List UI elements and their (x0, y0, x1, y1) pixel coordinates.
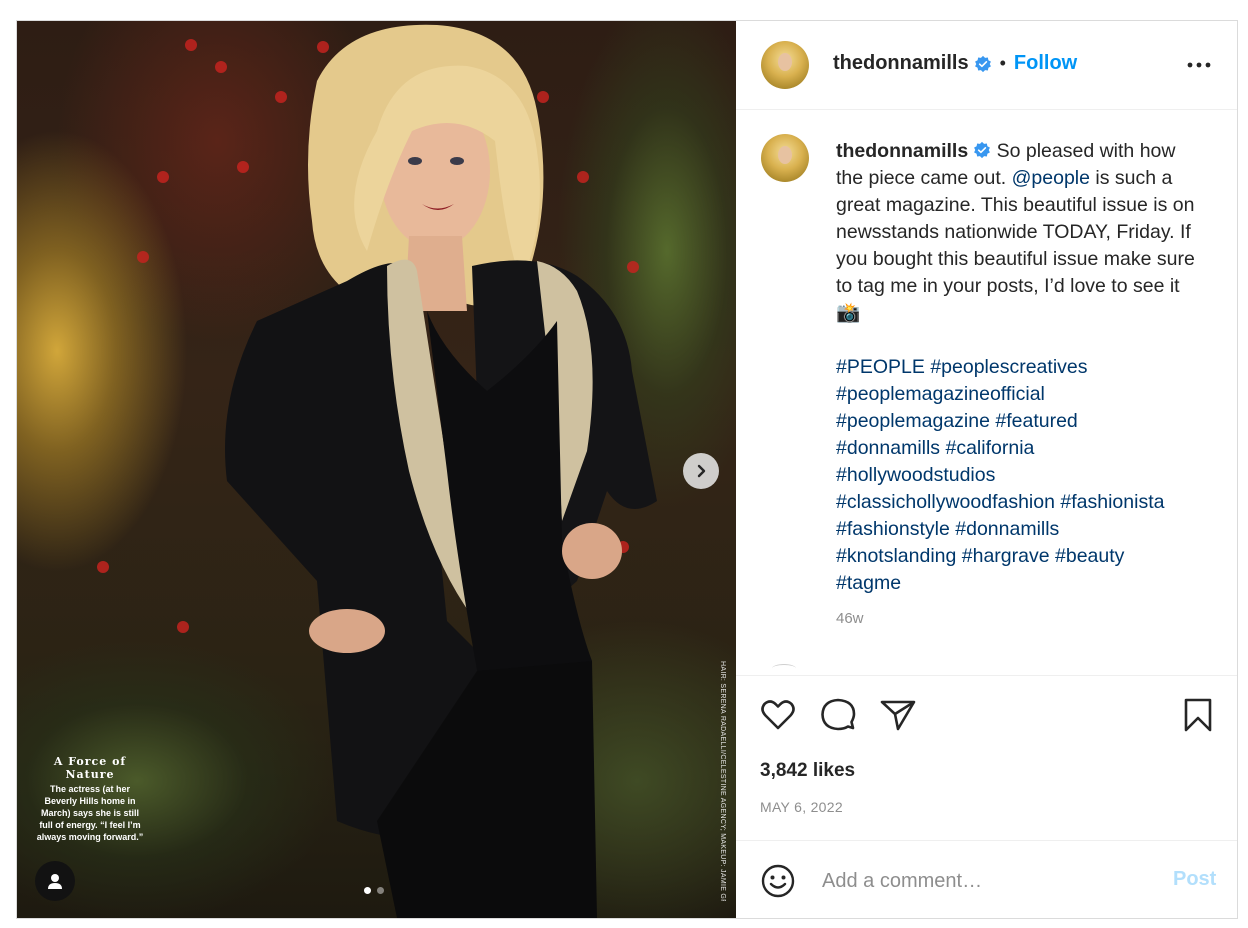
comment-input[interactable] (820, 865, 1154, 897)
carousel-dot (377, 887, 384, 894)
next-slide-button[interactable] (683, 453, 719, 489)
heart-icon[interactable] (758, 695, 798, 735)
post-comment-button[interactable]: Post (1173, 868, 1216, 891)
header-separator: • (999, 53, 1006, 73)
hashtag-link[interactable]: #donnamills (836, 437, 940, 459)
loading-spinner (772, 664, 796, 673)
verified-badge-icon (974, 55, 991, 72)
likes-count[interactable]: 3,842 likes (760, 760, 855, 782)
smiley-icon[interactable] (760, 863, 796, 899)
post-date[interactable]: MAY 6, 2022 (760, 799, 843, 815)
header-author-row: thedonnamills • Follow (833, 52, 1077, 75)
magazine-caption-heading: A Force of Nature (53, 755, 127, 781)
hashtag-link[interactable]: #hollywoodstudios (836, 464, 995, 486)
follow-button[interactable]: Follow (1014, 52, 1077, 75)
comment-icon[interactable] (818, 695, 858, 735)
hashtag-list: #PEOPLE #peoplescreatives #peoplemagazin… (836, 356, 1164, 594)
hashtag-link[interactable]: #donnamills (955, 518, 1059, 540)
verified-badge-icon (974, 141, 991, 159)
hashtag-link[interactable]: #california (945, 437, 1034, 459)
caption-text: thedonnamills So pleased with how the pi… (836, 138, 1206, 597)
hashtag-link[interactable]: #classichollywoodfashion (836, 491, 1055, 513)
author-username[interactable]: thedonnamills (833, 52, 969, 75)
caption-comments-area[interactable]: thedonnamills So pleased with how the pi… (736, 110, 1237, 676)
post-actions: 3,842 likes MAY 6, 2022 (736, 676, 1237, 841)
tagged-users-button[interactable] (35, 861, 75, 901)
post-time-ago[interactable]: 46w (836, 610, 864, 627)
post-header: thedonnamills • Follow (736, 21, 1237, 110)
chevron-right-icon (697, 464, 706, 478)
author-avatar[interactable] (761, 41, 809, 89)
caption-body-part2: is such a great magazine. This beautiful… (836, 167, 1195, 324)
post-image[interactable]: A Force of Nature The actress (at her Be… (17, 21, 736, 918)
mention-link[interactable]: @people (1012, 167, 1090, 189)
carousel-dot-active (364, 887, 371, 894)
carousel-indicator (364, 887, 384, 894)
person-icon (48, 874, 62, 889)
more-horizontal-icon[interactable] (1184, 55, 1214, 75)
hashtag-link[interactable]: #tagme (836, 572, 901, 594)
instagram-post: A Force of Nature The actress (at her Be… (16, 20, 1238, 919)
hashtag-link[interactable]: #peoplescreatives (930, 356, 1087, 378)
caption-author-avatar[interactable] (761, 134, 809, 182)
hashtag-link[interactable]: #hargrave (962, 545, 1050, 567)
magazine-caption-body: The actress (at her Beverly Hills home i… (36, 784, 144, 842)
hashtag-link[interactable]: #PEOPLE (836, 356, 925, 378)
caption-username[interactable]: thedonnamills (836, 140, 968, 162)
hashtag-link[interactable]: #featured (995, 410, 1077, 432)
photo-credit: HAIR: SERENA RADAELLI/CELESTINE AGENCY; … (719, 661, 726, 901)
hashtag-link[interactable]: #peoplemagazine (836, 410, 990, 432)
send-icon[interactable] (878, 695, 918, 735)
magazine-caption: A Force of Nature The actress (at her Be… (35, 755, 145, 843)
hashtag-link[interactable]: #fashionstyle (836, 518, 950, 540)
hashtag-link[interactable]: #beauty (1055, 545, 1124, 567)
post-side-panel: thedonnamills • Follow thedonnamills So … (736, 21, 1237, 918)
hashtag-link[interactable]: #fashionista (1060, 491, 1164, 513)
hashtag-link[interactable]: #peoplemagazineofficial (836, 383, 1045, 405)
hashtag-link[interactable]: #knotslanding (836, 545, 956, 567)
add-comment-row: Post (736, 841, 1237, 918)
bookmark-icon[interactable] (1178, 695, 1218, 735)
